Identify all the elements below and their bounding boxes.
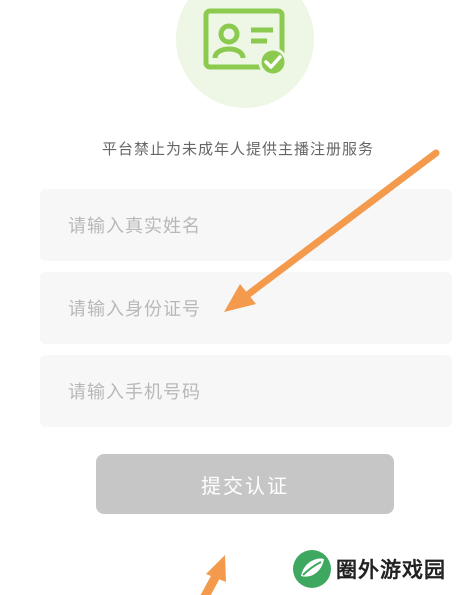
leaf-logo-icon <box>293 550 331 588</box>
site-watermark: 圈外游戏园 <box>292 549 446 589</box>
real-name-verification-page: 平台禁止为未成年人提供主播注册服务 请输入真实姓名 请输入身份证号 请输入手机号… <box>0 0 476 595</box>
watermark-text: 圈外游戏园 <box>336 558 446 582</box>
annotation-arrow-submit <box>200 555 226 595</box>
